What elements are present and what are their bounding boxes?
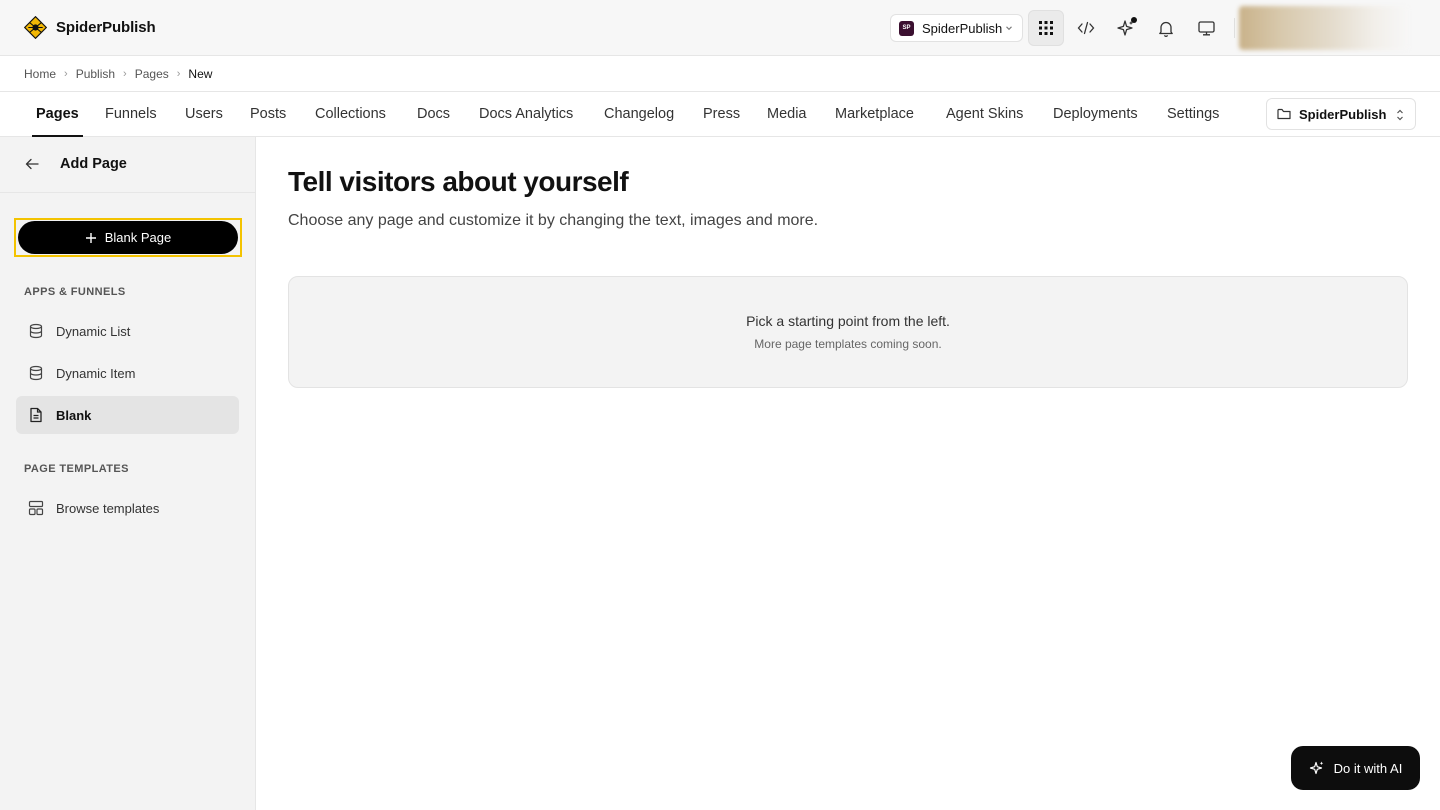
tab-deployments[interactable]: Deployments [1053,92,1138,136]
tab-changelog[interactable]: Changelog [604,92,674,136]
brand[interactable]: SpiderPublish [24,16,156,39]
apps-grid-icon [1039,21,1053,35]
notifications-button[interactable] [1148,10,1184,46]
tab-agent-skins[interactable]: Agent Skins [946,92,1023,136]
breadcrumb-current: New [188,66,213,81]
tab-users[interactable]: Users [185,92,223,136]
sidebar-item-label: Browse templates [56,500,160,516]
bell-icon [1159,21,1173,37]
workspace-badge: SP [899,20,914,36]
tab-posts[interactable]: Posts [250,92,286,136]
breadcrumb-publish[interactable]: Publish [76,67,115,81]
monitor-icon [1197,20,1215,35]
folder-icon [1277,108,1291,120]
project-name: SpiderPublish [1299,106,1387,122]
tab-funnels[interactable]: Funnels [105,92,157,136]
blank-page-highlight: Blank Page [14,218,242,257]
workspace-name: SpiderPublish [922,20,1003,36]
workspace-select[interactable]: SP SpiderPublish [890,14,1023,42]
section-page-templates: PAGE TEMPLATES [24,463,129,475]
tab-collections[interactable]: Collections [315,92,386,136]
database-icon [29,365,43,381]
add-page-sidebar: Add Page Blank Page APPS & FUNNELS Dynam… [0,137,256,810]
database-icon [29,323,43,339]
templates-icon [28,500,44,516]
breadcrumb-home[interactable]: Home [24,67,56,81]
do-it-with-ai-button[interactable]: Do it with AI [1291,746,1420,790]
page-subtitle: Choose any page and customize it by chan… [288,212,819,229]
tab-pages[interactable]: Pages [32,92,83,137]
code-button[interactable] [1068,10,1104,46]
sidebar-header: Add Page [0,137,255,193]
code-icon [1077,21,1095,35]
divider [1234,18,1235,38]
sidebar-title: Add Page [60,156,127,172]
chevron-right-icon: › [176,67,181,80]
template-placeholder: Pick a starting point from the left. Mor… [288,276,1408,388]
sidebar-item-label: Dynamic List [56,323,131,339]
top-bar: SpiderPublish SP SpiderPublish [0,0,1440,56]
chevron-updown-icon [1397,109,1403,121]
user-avatar[interactable] [1239,6,1409,50]
placeholder-message: Pick a starting point from the left. [746,313,950,329]
app-name: SpiderPublish [56,19,156,36]
arrow-left-icon[interactable] [24,157,40,171]
section-tabs: Pages Funnels Users Posts Collections Do… [0,92,1440,137]
ai-button-label: Do it with AI [1333,760,1403,776]
sidebar-item-dynamic-list[interactable]: Dynamic List [16,312,239,350]
sidebar-item-blank[interactable]: Blank [16,396,239,434]
section-apps-funnels: APPS & FUNNELS [24,286,126,298]
ai-sparkle-button[interactable] [1108,10,1144,46]
sidebar-item-dynamic-item[interactable]: Dynamic Item [16,354,239,392]
spider-logo-icon [24,16,47,39]
sparkle-icon [1309,761,1323,775]
breadcrumb: Home › Publish › Pages › New [0,56,1440,92]
placeholder-note: More page templates coming soon. [754,337,942,351]
breadcrumb-pages[interactable]: Pages [135,67,169,81]
tab-marketplace[interactable]: Marketplace [835,92,914,136]
blank-page-button[interactable]: Blank Page [18,221,238,254]
sidebar-item-browse-templates[interactable]: Browse templates [16,489,239,527]
sidebar-item-label: Dynamic Item [56,365,136,381]
page-title: Tell visitors about yourself [288,166,629,197]
blank-page-label: Blank Page [104,230,172,245]
apps-grid-button[interactable] [1028,10,1064,46]
tab-docs[interactable]: Docs [417,92,450,136]
project-select[interactable]: SpiderPublish [1266,98,1416,130]
preview-button[interactable] [1188,10,1224,46]
chevron-right-icon: › [123,67,127,80]
tab-docs-analytics[interactable]: Docs Analytics [479,92,573,136]
notification-dot [1131,17,1137,23]
tab-press[interactable]: Press [703,92,740,136]
plus-icon [85,232,96,243]
chevron-down-icon [1006,26,1012,31]
tab-media[interactable]: Media [767,92,807,136]
chevron-right-icon: › [64,67,68,80]
sidebar-item-label: Blank [56,407,92,423]
document-icon [30,407,42,423]
tab-settings[interactable]: Settings [1167,92,1219,136]
